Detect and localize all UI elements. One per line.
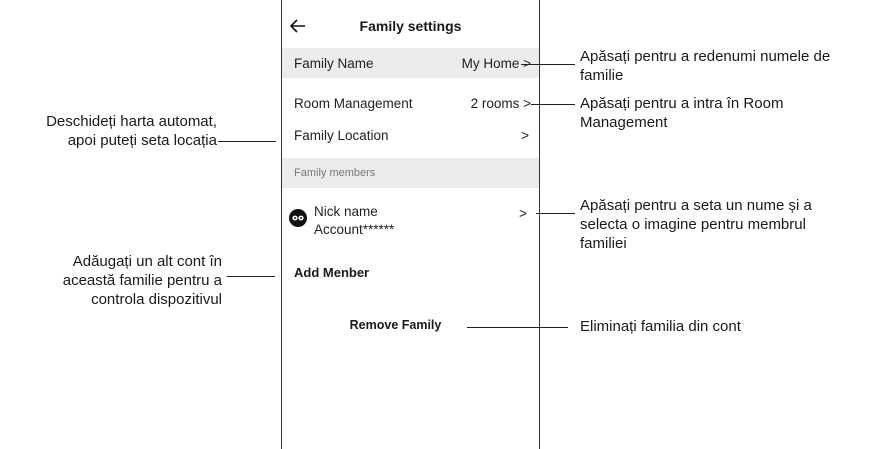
family-location-chevron: > xyxy=(521,128,529,143)
family-members-section-header: Family members xyxy=(282,158,539,188)
member-annotation-line-1: Apăsați pentru a seta un nume și a xyxy=(580,197,812,214)
location-connector xyxy=(218,141,276,142)
member-chevron: > xyxy=(519,206,527,221)
room-annotation-line-1: Apăsați pentru a intra în Room xyxy=(580,95,784,112)
location-annotation-line-2: apoi puteți seta locația xyxy=(67,132,217,149)
remove-connector xyxy=(467,327,568,328)
remove-annotation-line-1: Eliminați familia din cont xyxy=(580,318,741,335)
member-row[interactable]: Nick name Account****** > xyxy=(282,200,539,248)
family-members-title: Family members xyxy=(294,167,376,179)
location-annotation: Deschideți harta automat, apoi puteți se… xyxy=(0,112,217,150)
phone-screen: Family settings Family Name My Home > Ro… xyxy=(281,0,540,449)
room-connector xyxy=(531,104,575,105)
room-annotation-line-2: Management xyxy=(580,114,668,131)
remove-annotation: Eliminați familia din cont xyxy=(580,317,890,336)
room-annotation: Apăsați pentru a intra în Room Managemen… xyxy=(580,94,890,132)
rename-annotation-line-1: Apăsați pentru a redenumi numele de xyxy=(580,48,831,65)
family-name-label: Family Name xyxy=(294,56,374,71)
location-annotation-line-1: Deschideți harta automat, xyxy=(46,113,217,130)
page-title: Family settings xyxy=(359,18,462,34)
room-management-row[interactable]: Room Management 2 rooms > xyxy=(282,88,539,118)
family-location-label: Family Location xyxy=(294,128,389,143)
member-nickname: Nick name xyxy=(314,204,378,219)
add-annotation: Adăugați un alt cont în această familie … xyxy=(0,252,222,309)
add-member-button[interactable]: Add Menber xyxy=(294,265,369,280)
remove-family-button[interactable]: Remove Family xyxy=(282,318,539,332)
add-annotation-line-3: controla dispozitivul xyxy=(91,291,222,308)
add-connector xyxy=(227,276,275,277)
member-annotation: Apăsați pentru a seta un nume și a selec… xyxy=(580,196,890,253)
member-account: Account****** xyxy=(314,222,395,237)
room-management-label: Room Management xyxy=(294,96,413,111)
room-management-value: 2 rooms > xyxy=(470,96,531,111)
member-annotation-line-2: selecta o imagine pentru membrul xyxy=(580,216,806,233)
add-annotation-line-2: această familie pentru a xyxy=(62,272,222,289)
header: Family settings xyxy=(282,14,539,40)
member-annotation-line-3: familiei xyxy=(580,235,627,252)
avatar-icon xyxy=(289,209,307,227)
family-name-row[interactable]: Family Name My Home > xyxy=(282,48,539,78)
family-location-row[interactable]: Family Location > xyxy=(282,120,539,150)
rename-annotation: Apăsați pentru a redenumi numele de fami… xyxy=(580,47,890,85)
rename-annotation-line-2: familie xyxy=(580,67,624,84)
remove-family-label: Remove Family xyxy=(349,318,442,332)
add-annotation-line-1: Adăugați un alt cont în xyxy=(72,253,222,270)
member-connector xyxy=(536,213,575,214)
rename-connector xyxy=(521,64,575,65)
